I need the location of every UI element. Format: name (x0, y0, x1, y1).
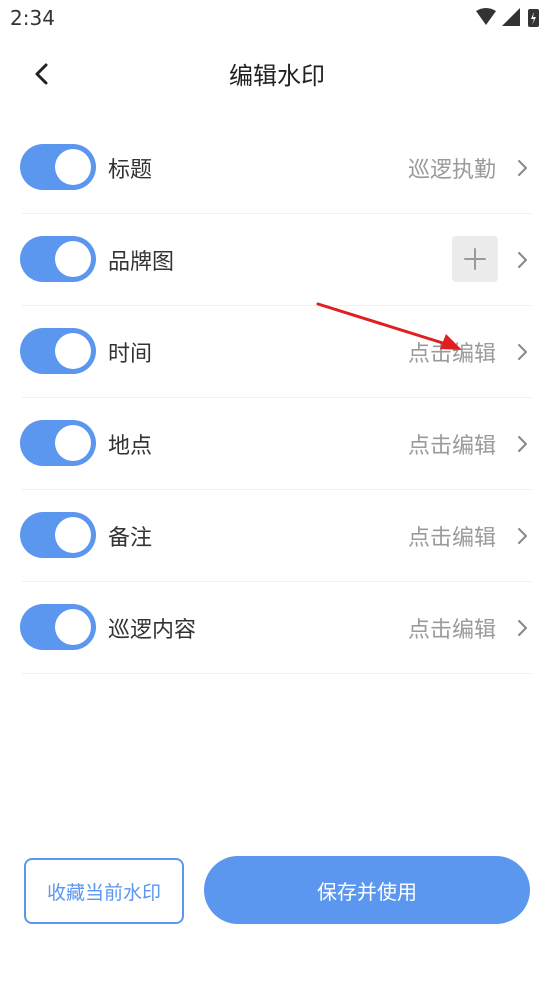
row-divider (22, 673, 532, 674)
row-title[interactable]: 标题 巡逻执勤 (0, 122, 554, 214)
bottom-action-bar: 收藏当前水印 保存并使用 (0, 856, 554, 926)
save-and-use-button[interactable]: 保存并使用 (204, 856, 530, 924)
add-brand-image-button[interactable] (452, 236, 498, 282)
status-bar: 2:34 (0, 0, 554, 38)
location-toggle[interactable] (20, 420, 96, 466)
toggle-knob (55, 609, 91, 645)
page-title: 编辑水印 (229, 62, 325, 90)
row-label: 标题 (108, 158, 153, 183)
status-time: 2:34 (10, 6, 55, 30)
chevron-right-icon (518, 252, 527, 268)
brand-image-toggle[interactable] (20, 236, 96, 282)
row-label: 备注 (108, 526, 153, 551)
toggle-knob (55, 241, 91, 277)
row-label: 巡逻内容 (108, 618, 197, 643)
row-value: 点击编辑 (407, 434, 496, 459)
chevron-right-icon (518, 160, 527, 176)
toggle-knob (55, 333, 91, 369)
row-value: 巡逻执勤 (407, 158, 496, 183)
row-label: 地点 (108, 434, 153, 459)
title-toggle[interactable] (20, 144, 96, 190)
toggle-knob (55, 425, 91, 461)
row-label: 品牌图 (108, 250, 175, 275)
remark-toggle[interactable] (20, 512, 96, 558)
wifi-icon (476, 8, 496, 25)
row-value: 点击编辑 (407, 526, 496, 551)
patrol-content-toggle[interactable] (20, 604, 96, 650)
row-value: 点击编辑 (407, 342, 496, 367)
chevron-right-icon (518, 620, 527, 636)
favorite-watermark-button[interactable]: 收藏当前水印 (24, 858, 184, 924)
header: 编辑水印 (0, 44, 554, 104)
chevron-right-icon (518, 344, 527, 360)
row-patrol-content[interactable]: 巡逻内容 点击编辑 (0, 582, 554, 674)
row-value: 点击编辑 (407, 618, 496, 643)
time-toggle[interactable] (20, 328, 96, 374)
row-time[interactable]: 时间 点击编辑 (0, 306, 554, 398)
row-location[interactable]: 地点 点击编辑 (0, 398, 554, 490)
watermark-field-list: 标题 巡逻执勤 品牌图 时间 点击编辑 地点 点击编辑 备注 点击编辑 巡逻内容… (0, 122, 554, 674)
toggle-knob (55, 517, 91, 553)
status-icons (474, 6, 544, 30)
chevron-right-icon (518, 436, 527, 452)
signal-icon (502, 8, 520, 26)
row-brand-image[interactable]: 品牌图 (0, 214, 554, 306)
chevron-right-icon (518, 528, 527, 544)
plus-icon (464, 248, 486, 270)
row-remark[interactable]: 备注 点击编辑 (0, 490, 554, 582)
toggle-knob (55, 149, 91, 185)
row-label: 时间 (108, 342, 153, 367)
battery-charging-icon (528, 9, 539, 27)
